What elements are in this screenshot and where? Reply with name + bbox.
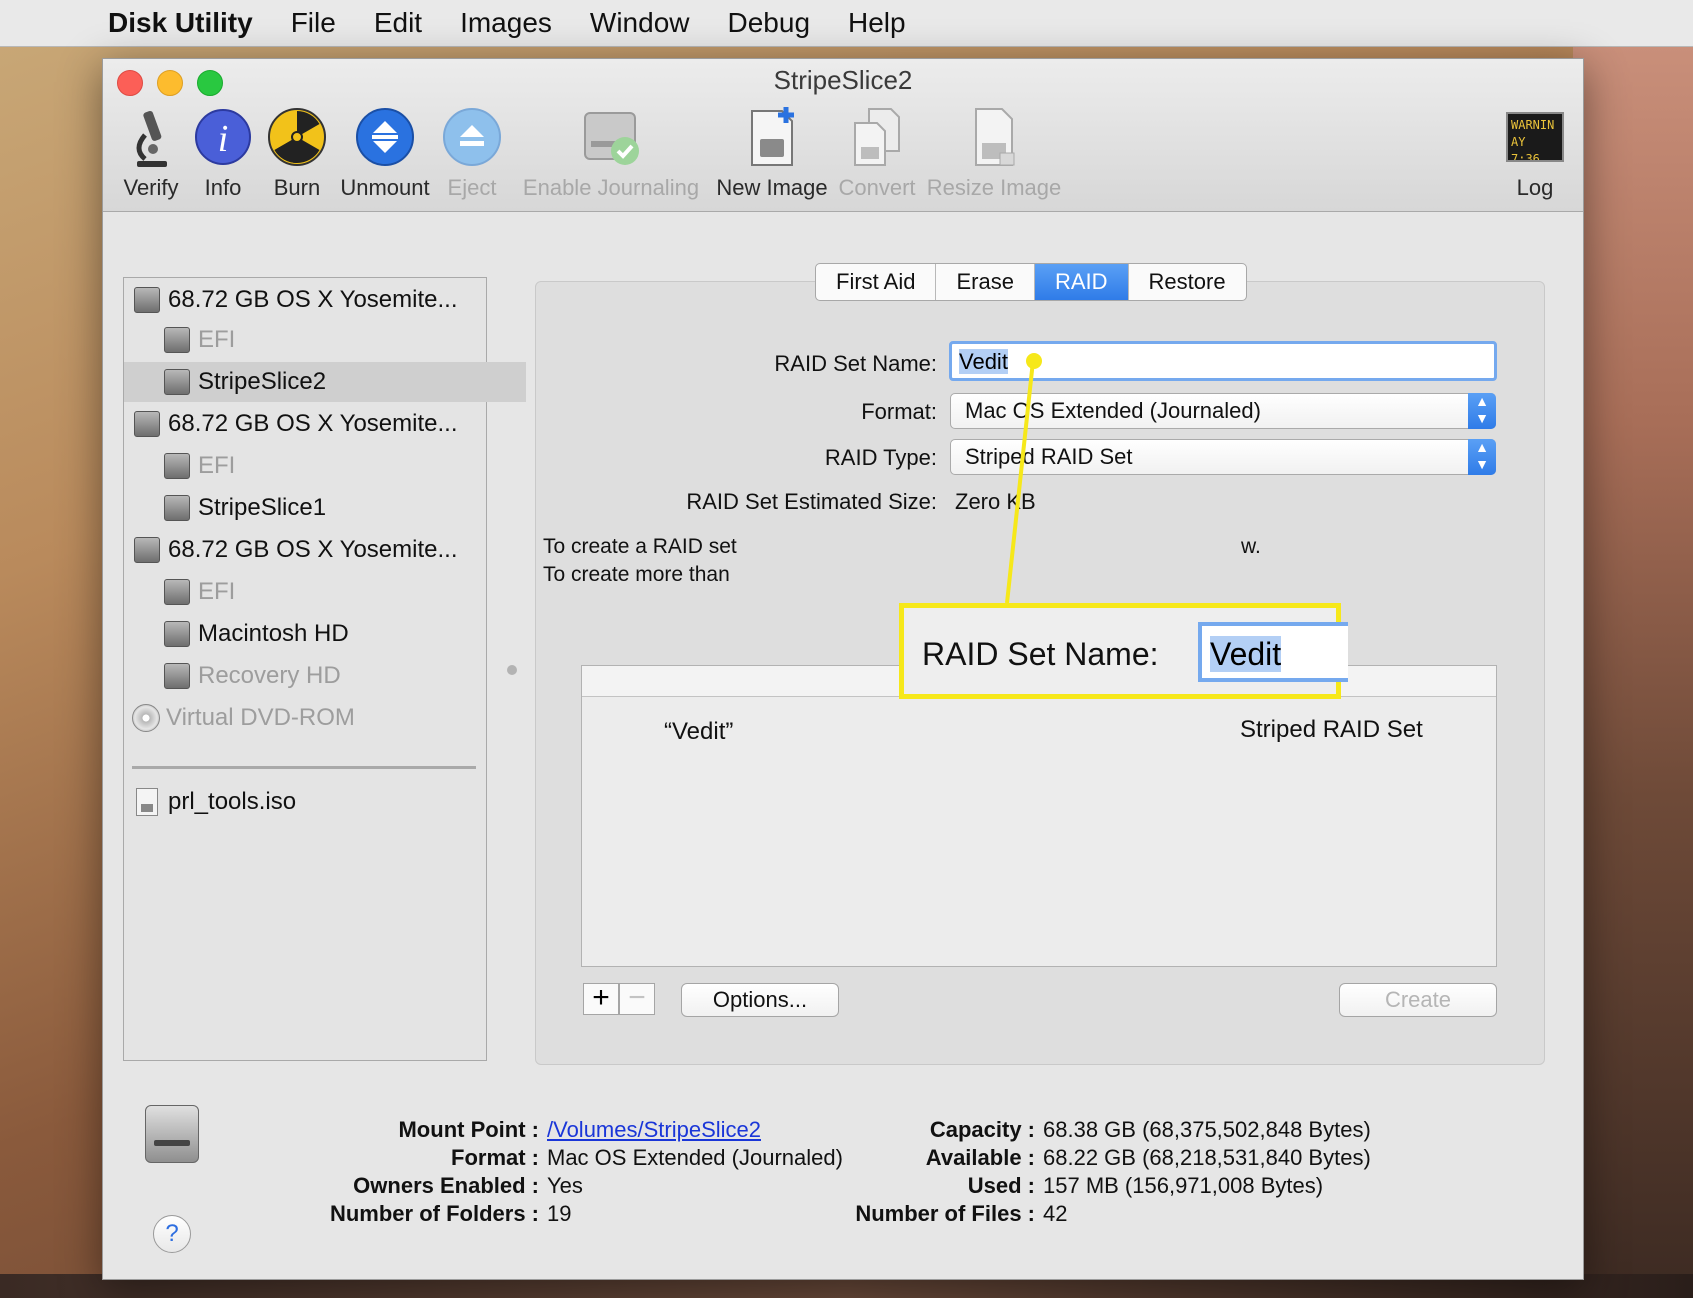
- owners-enabled-label: Owners Enabled :: [353, 1173, 539, 1198]
- split-view-handle[interactable]: [507, 665, 517, 675]
- available-value: 68.22 GB (68,218,531,840 Bytes): [1043, 1145, 1371, 1170]
- volume-icon: [145, 1105, 199, 1163]
- number-of-files-label: Number of Files :: [855, 1201, 1035, 1226]
- format-info-label: Format :: [451, 1145, 539, 1170]
- format-info-value: Mac OS Extended (Journaled): [547, 1145, 843, 1170]
- sidebar-item-label: prl_tools.iso: [168, 788, 297, 815]
- capacity-label: Capacity :: [929, 1117, 1035, 1142]
- iso-file-icon: [136, 788, 158, 816]
- menu-images[interactable]: Images: [460, 7, 552, 39]
- menu-help[interactable]: Help: [848, 7, 906, 39]
- volume-icon: [164, 663, 190, 689]
- help-button[interactable]: ?: [153, 1215, 191, 1253]
- raid-members-list[interactable]: “Vedit” Striped RAID Set: [581, 665, 1497, 967]
- sidebar-item-label: Virtual DVD-ROM: [166, 704, 355, 731]
- callout-pointer: [1005, 353, 1042, 604]
- desktop-background: [1573, 46, 1693, 1298]
- callout-label: RAID Set Name:: [922, 636, 1159, 672]
- mount-point-link[interactable]: /Volumes/StripeSlice2: [547, 1117, 761, 1143]
- available-label: Available :: [925, 1145, 1035, 1170]
- number-of-folders-value: 19: [547, 1201, 572, 1226]
- callout-value: Vedit: [1210, 636, 1282, 672]
- number-of-files-value: 42: [1043, 1201, 1068, 1226]
- options-button[interactable]: Options...: [681, 983, 839, 1017]
- disk-utility-window: StripeSlice2 Verify i Info Burn Unmount …: [102, 58, 1584, 1280]
- capacity-value: 68.38 GB (68,375,502,848 Bytes): [1043, 1117, 1371, 1142]
- create-button[interactable]: Create: [1339, 983, 1497, 1017]
- sidebar-item-virtual-dvd[interactable]: Virtual DVD-ROM: [124, 698, 494, 738]
- callout-field: Vedit: [1198, 622, 1348, 682]
- add-member-button[interactable]: +: [583, 983, 619, 1015]
- owners-enabled-value: Yes: [547, 1173, 583, 1198]
- used-value: 157 MB (156,971,008 Bytes): [1043, 1173, 1324, 1198]
- menu-window[interactable]: Window: [590, 7, 690, 39]
- mount-point-label: Mount Point :: [398, 1117, 539, 1142]
- raid-set-name-cell: “Vedit”: [664, 718, 734, 745]
- raid-type-cell: Striped RAID Set: [1240, 716, 1423, 743]
- number-of-folders-label: Number of Folders :: [329, 1201, 539, 1226]
- menu-bar: Disk Utility File Edit Images Window Deb…: [0, 0, 1693, 47]
- menu-app-name[interactable]: Disk Utility: [108, 7, 253, 39]
- menu-debug[interactable]: Debug: [728, 7, 811, 39]
- used-label: Used :: [967, 1173, 1035, 1198]
- remove-member-button[interactable]: −: [619, 983, 655, 1015]
- raid-name-callout: RAID Set Name: Vedit: [899, 603, 1348, 699]
- menu-edit[interactable]: Edit: [374, 7, 422, 39]
- dvd-icon: [132, 704, 160, 732]
- menu-file[interactable]: File: [291, 7, 336, 39]
- sidebar-item-recovery-hd[interactable]: Recovery HD: [124, 656, 526, 696]
- sidebar-item-label: Recovery HD: [198, 662, 341, 689]
- sidebar-divider: [132, 766, 476, 769]
- sidebar-item-prl-tools-iso[interactable]: prl_tools.iso: [124, 782, 498, 822]
